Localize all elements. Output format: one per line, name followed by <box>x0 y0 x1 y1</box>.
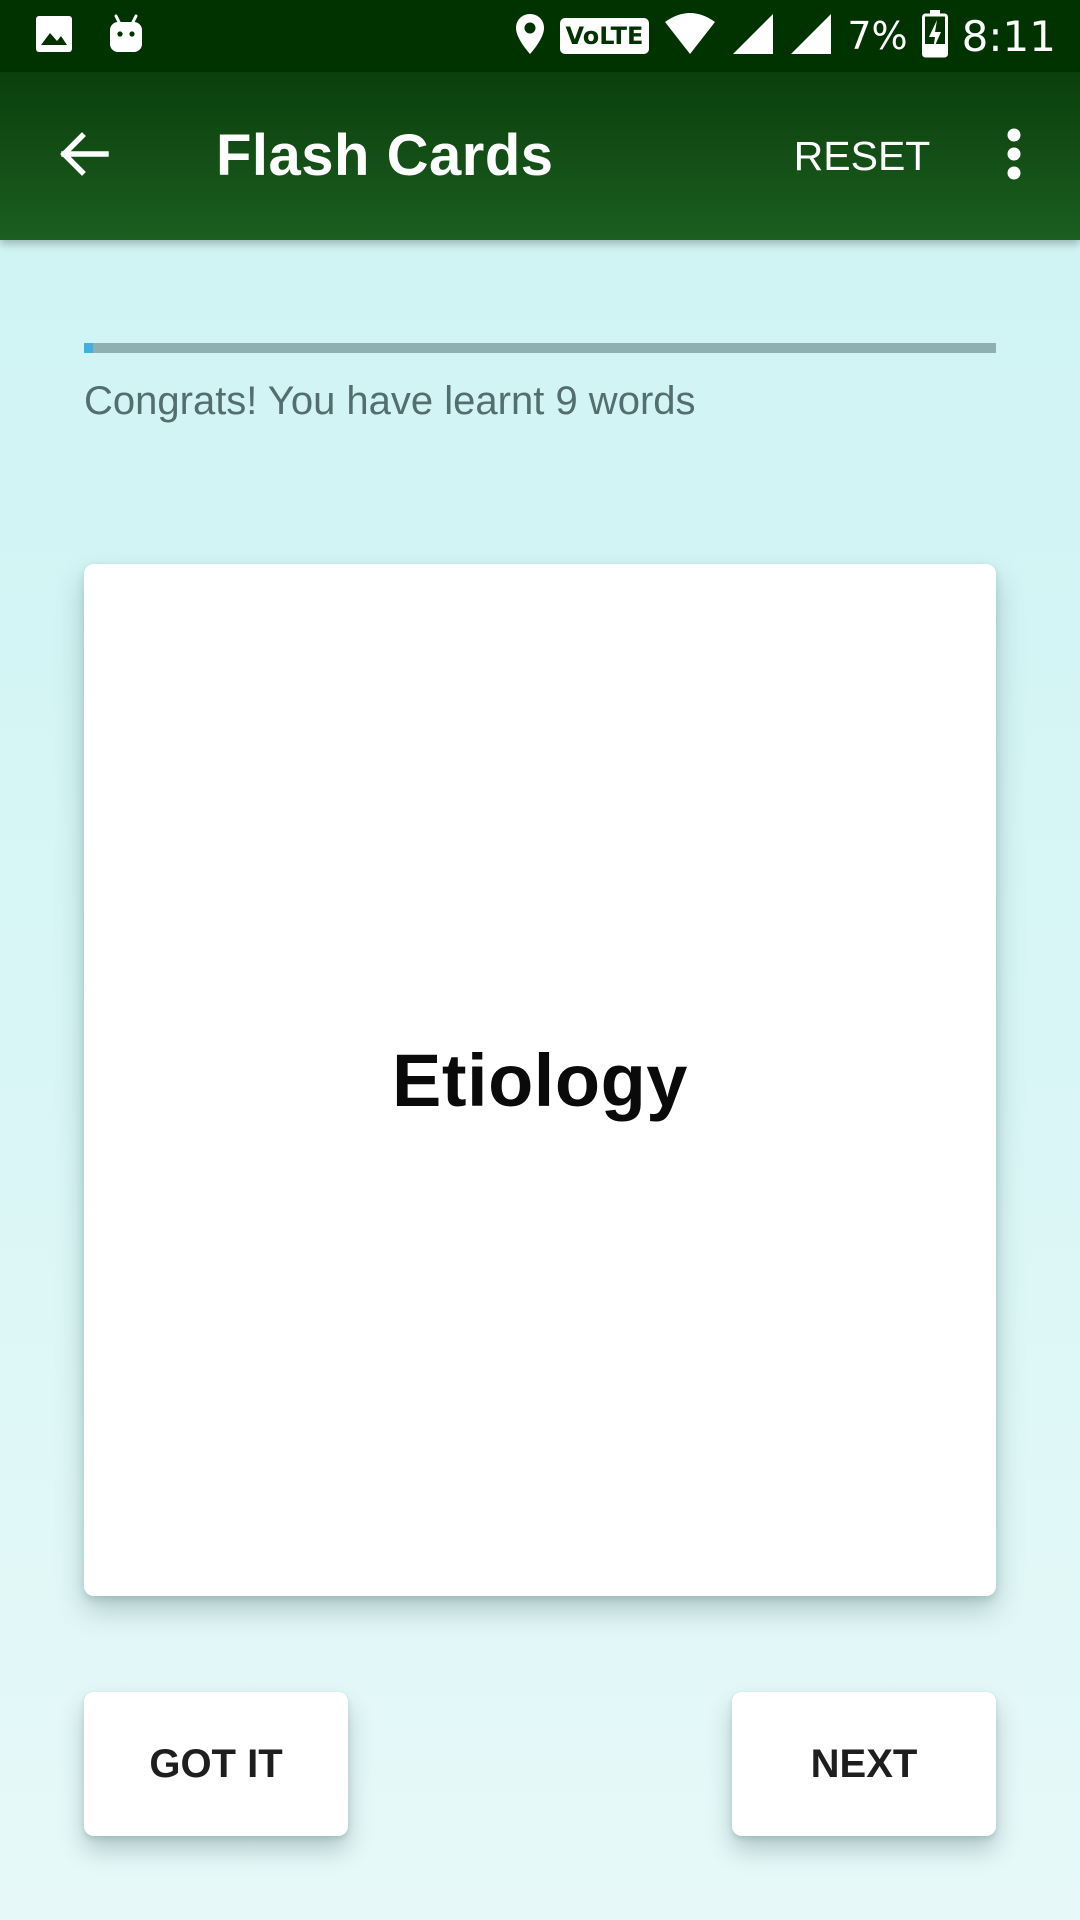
android-icon <box>106 12 146 61</box>
back-button[interactable] <box>44 116 124 196</box>
app-bar: Flash Cards RESET <box>0 72 1080 240</box>
more-vert-icon <box>1006 128 1022 185</box>
progress-message: Congrats! You have learnt 9 words <box>84 379 696 423</box>
arrow-left-icon <box>58 130 110 183</box>
next-button[interactable]: NEXT <box>732 1692 996 1836</box>
battery-percent: 7% <box>847 14 908 58</box>
status-left-icons <box>34 14 146 58</box>
image-icon <box>34 14 74 59</box>
signal-icon <box>789 12 833 61</box>
signal-icon <box>731 12 775 61</box>
page-title: Flash Cards <box>216 123 554 188</box>
reset-button[interactable]: RESET <box>780 124 944 188</box>
status-right-icons: VoLTE 7% 8:11 <box>514 8 1056 64</box>
location-icon <box>514 12 546 61</box>
overflow-menu-button[interactable] <box>984 116 1044 196</box>
wifi-icon <box>663 12 717 61</box>
status-bar: VoLTE 7% 8:11 <box>0 0 1080 72</box>
got-it-button[interactable]: GOT IT <box>84 1692 348 1836</box>
volte-icon: VoLTE <box>559 18 650 54</box>
learning-progress-bar <box>84 343 996 353</box>
clock: 8:11 <box>961 11 1056 61</box>
card-word: Etiology <box>392 1038 688 1122</box>
flash-card[interactable]: Etiology <box>84 564 996 1596</box>
battery-charging-icon <box>921 9 948 63</box>
progress-fill <box>84 343 94 353</box>
